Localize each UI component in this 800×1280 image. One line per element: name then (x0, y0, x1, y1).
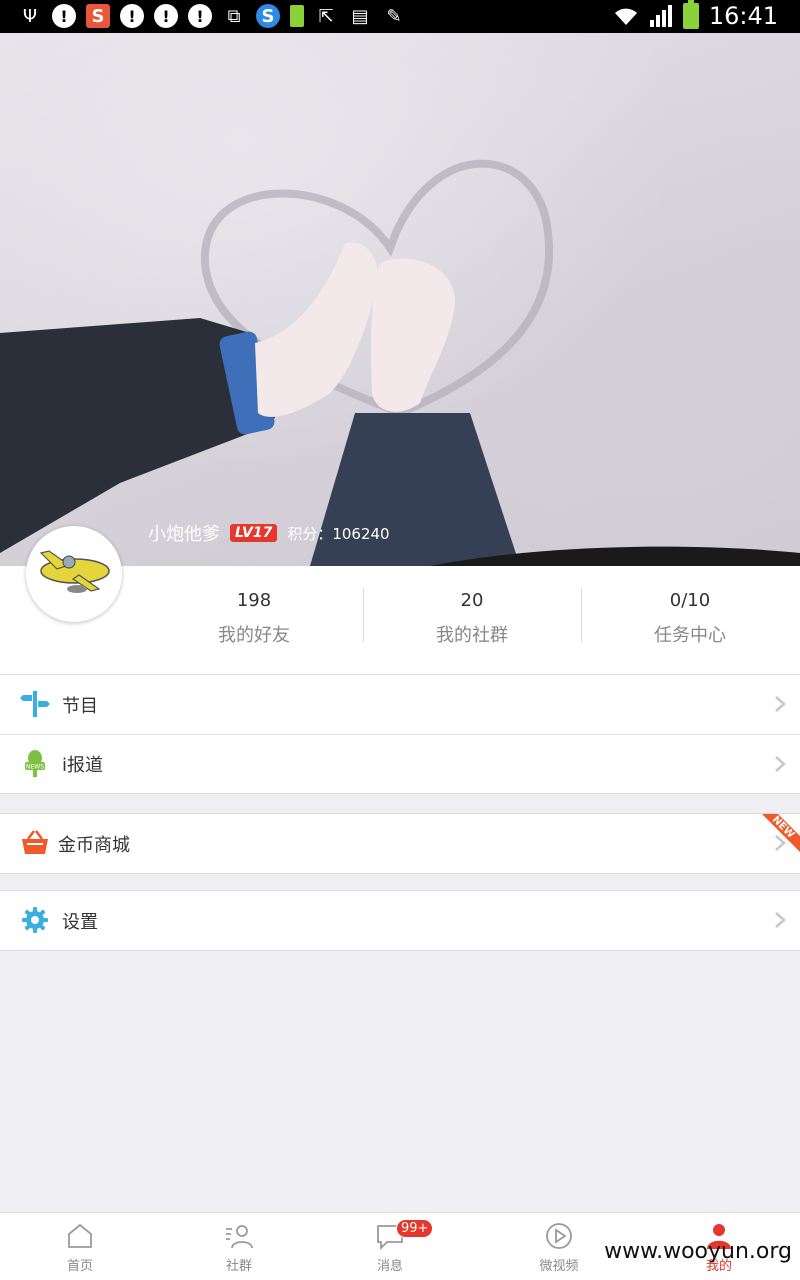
tab-home[interactable]: 首页 (30, 1221, 130, 1274)
stat-value: 0/10 (669, 590, 711, 611)
message-count-badge: 99+ (396, 1219, 434, 1238)
menu-item-settings[interactable]: 设置 (0, 891, 800, 950)
browser-360-icon: S (256, 4, 280, 28)
stat-label: 我的好友 (218, 625, 290, 646)
cover-image (0, 159, 800, 566)
signpost-icon (20, 691, 50, 717)
new-badge: NEW (770, 814, 796, 840)
tab-label: 首页 (66, 1259, 93, 1274)
alert-icon: ! (188, 4, 212, 28)
chevron-right-icon (775, 696, 786, 712)
tab-messages[interactable]: 99+ 消息 (340, 1219, 440, 1274)
new-ribbon: NEW (762, 814, 800, 852)
battery-icon (682, 0, 699, 29)
home-icon (68, 1223, 92, 1248)
alert-icon: ! (52, 4, 76, 28)
status-bar: Ψ ! S ! ! ! ⧉ S ⇱ ▤ ✎ 16:41 (0, 0, 800, 33)
score-value: 106240 (332, 524, 390, 543)
level-badge: LV17 (230, 524, 278, 542)
stat-label: 任务中心 (654, 625, 726, 646)
stat-value: 198 (236, 590, 272, 611)
video-icon (546, 1223, 572, 1249)
basket-icon (22, 830, 48, 854)
menu-item-programs[interactable]: 节目 (0, 675, 800, 734)
avatar[interactable] (26, 526, 122, 622)
menu-item-label: 节目 (62, 695, 98, 717)
chevron-right-icon (775, 912, 786, 928)
usb-icon: Ψ (22, 5, 38, 27)
tab-community[interactable]: 社群 (189, 1221, 289, 1274)
score-label: 积分： (287, 524, 333, 543)
stat-communities[interactable]: 20 我的社群 (372, 590, 572, 647)
stat-friends[interactable]: 198 我的好友 (154, 590, 354, 647)
news-mic-icon: NEWS (25, 750, 45, 777)
username: 小炮他爹 (148, 524, 220, 545)
notification-icons: Ψ ! S ! ! ! ⧉ S ⇱ ▤ ✎ (18, 4, 406, 28)
menu-item-ireport[interactable]: NEWS i报道 (0, 734, 800, 793)
divider (363, 588, 364, 642)
tab-label: 微视频 (539, 1259, 579, 1274)
score: 积分：106240 (287, 523, 389, 544)
menu-group-settings: 设置 (0, 890, 800, 951)
sim-icon: ▤ (351, 5, 369, 27)
plugin-icon: ⧉ (227, 5, 241, 27)
airplane-avatar-image (29, 529, 119, 619)
menu-group-mall: 金币商城 NEW (0, 813, 800, 874)
tab-video[interactable]: 微视频 (509, 1221, 609, 1274)
community-icon (226, 1225, 253, 1249)
stat-value: 20 (460, 590, 484, 611)
chevron-right-icon (775, 756, 786, 772)
signal-icon (649, 5, 672, 27)
menu-item-label: 设置 (62, 911, 98, 933)
tab-label: 社群 (225, 1259, 252, 1274)
cover-photo[interactable]: 小炮他爹 LV17 积分：106240 (0, 33, 800, 566)
menu-item-coin-mall[interactable]: 金币商城 NEW (0, 814, 800, 873)
svg-text:NEWS: NEWS (26, 764, 44, 771)
battery-small-icon (290, 5, 304, 27)
tab-label: 消息 (376, 1259, 403, 1274)
divider (581, 588, 582, 642)
alert-icon: ! (120, 4, 144, 28)
wifi-icon (614, 8, 637, 25)
clock: 16:41 (708, 2, 778, 30)
menu-item-label: i报道 (62, 755, 104, 776)
menu-item-label: 金币商城 (58, 834, 130, 856)
stat-label: 我的社群 (436, 625, 508, 646)
bottom-tab-bar: 首页 社群 99+ 消息 微视频 我的 www.wooyun.org (0, 1212, 800, 1280)
menu-group-content: 节目 NEWS i报道 (0, 674, 800, 794)
alert-icon: ! (154, 4, 178, 28)
watermark: www.wooyun.org (604, 1239, 792, 1264)
pen-icon: ✎ (386, 5, 402, 27)
user-info: 小炮他爹 LV17 积分：106240 (148, 520, 390, 546)
screen-share-icon: ⇱ (318, 5, 334, 27)
sogou-icon: S (86, 4, 110, 28)
stat-tasks[interactable]: 0/10 任务中心 (590, 590, 790, 647)
gear-icon (22, 907, 48, 933)
profile-stats: 198 我的好友 20 我的社群 0/10 任务中心 (0, 526, 800, 674)
